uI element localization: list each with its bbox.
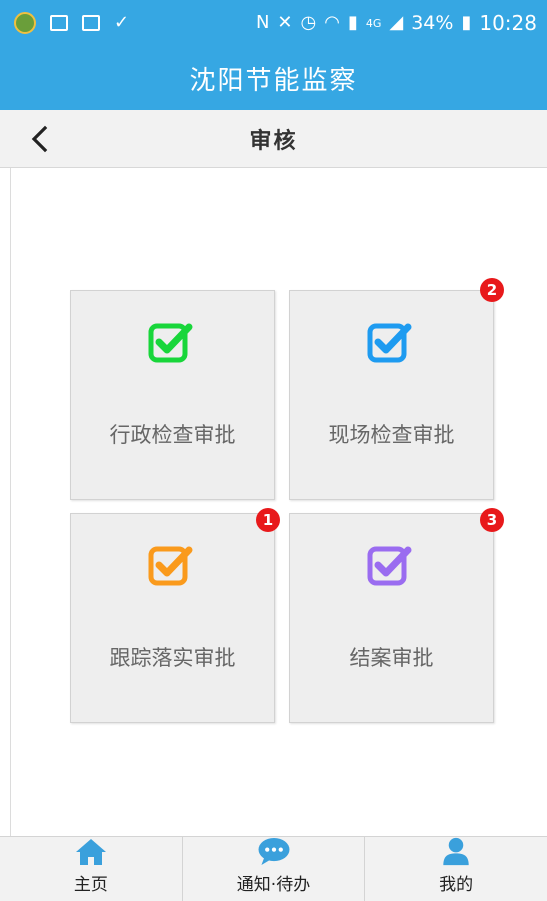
tile-label: 行政检查审批: [109, 423, 236, 447]
notification-badge: 1: [256, 508, 280, 532]
tab-home[interactable]: 主页: [0, 837, 183, 901]
chat-icon: [258, 837, 289, 866]
tile-label: 结案审批: [349, 646, 434, 670]
status-left-icons: ✓: [14, 12, 129, 34]
status-right-icons: N ✕ ◷ ◠ ▮ 4G ◢ 34% ▮ 10:28: [256, 11, 537, 35]
tile-label: 现场检查审批: [328, 423, 455, 447]
tab-label: 主页: [73, 875, 108, 895]
user-icon: [443, 837, 469, 866]
tile-admin-inspection-approval[interactable]: 行政检查审批: [70, 290, 275, 500]
content-divider: [10, 168, 11, 836]
network-type: 4G: [365, 16, 382, 30]
sim-icon: ▮: [347, 12, 358, 33]
tab-label: 我的: [439, 875, 474, 895]
check-notification-icon: ✓: [114, 12, 130, 33]
signal-icon: ◢: [389, 12, 404, 33]
tab-label: 通知·待办: [236, 875, 311, 895]
notification-badge: 3: [480, 508, 504, 532]
nav-bar: 审核: [0, 110, 547, 168]
tile-follow-up-approval[interactable]: 跟踪落实审批: [70, 513, 275, 723]
screenshot-notification-icon: [82, 15, 100, 31]
checkbox-icon: [148, 546, 193, 586]
tab-notifications[interactable]: 通知·待办: [183, 837, 366, 901]
checkbox-icon: [367, 323, 412, 363]
alarm-icon: ◷: [300, 12, 317, 33]
checkbox-icon: [367, 546, 412, 586]
battery-charging-icon: ▮: [461, 12, 472, 33]
wifi-icon: ◠: [324, 12, 340, 33]
tile-onsite-inspection-approval[interactable]: 现场检查审批: [289, 290, 494, 500]
app-notification-icon: [14, 12, 36, 34]
app-title: 沈阳节能监察: [189, 65, 358, 96]
app-header: 沈阳节能监察: [0, 46, 547, 110]
page-title: 审核: [249, 128, 298, 154]
tile-case-closing-approval[interactable]: 结案审批: [289, 513, 494, 723]
clock: 10:28: [479, 11, 537, 35]
nfc-icon: N: [255, 12, 270, 33]
notification-badge: 2: [480, 278, 504, 302]
mute-icon: ✕: [277, 12, 293, 33]
battery-percent: 34%: [411, 12, 454, 34]
gallery-notification-icon: [50, 15, 68, 31]
tab-profile[interactable]: 我的: [365, 837, 547, 901]
checkbox-icon: [148, 323, 193, 363]
bottom-nav: 主页 通知·待办 我的: [0, 836, 547, 901]
back-button[interactable]: [22, 122, 56, 156]
chevron-left-icon: [31, 125, 48, 153]
status-bar: ✓ N ✕ ◷ ◠ ▮ 4G ◢ 34% ▮ 10:28: [0, 0, 547, 46]
home-icon: [75, 839, 106, 865]
tile-label: 跟踪落实审批: [109, 646, 236, 670]
